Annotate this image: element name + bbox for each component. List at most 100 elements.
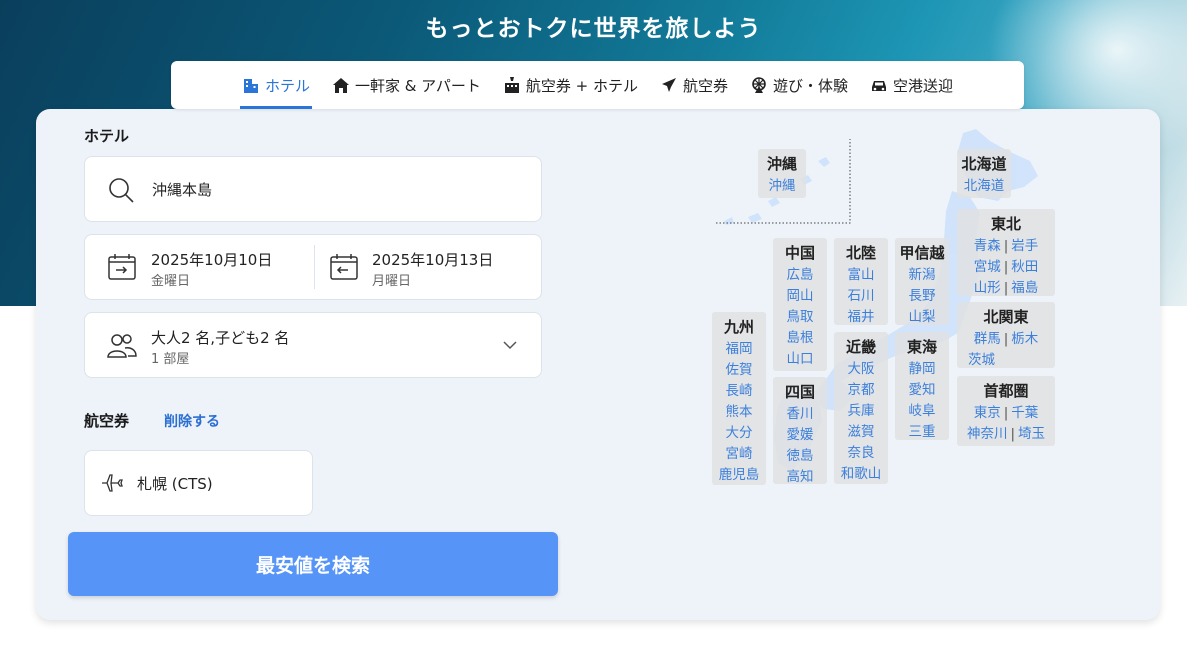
car-icon [872,81,887,91]
pref-link[interactable]: 宮城 [974,259,1001,275]
pref-link[interactable]: 大分 [712,423,766,444]
pref-link[interactable]: 秋田 [1011,259,1038,275]
pref-link[interactable]: 宮崎 [712,444,766,465]
region-okinawa: 沖縄 沖縄 [758,149,806,198]
tab-flight[interactable]: 航空券 [658,61,730,109]
pref-link[interactable]: 山口 [773,349,827,370]
region-shutoken-name: 首都圏 [983,382,1029,400]
pref-link[interactable]: 愛知 [895,380,949,401]
region-kyushu: 九州 福岡 佐賀 長崎 熊本 大分 宮崎 鹿児島 [712,312,766,485]
tab-vacation-rental[interactable]: 一軒家 & アパート [330,61,483,109]
pref-link[interactable]: 滋賀 [834,422,888,443]
pref-link[interactable]: 佐賀 [712,360,766,381]
separator: | [1003,331,1009,347]
tab-activities[interactable]: 遊び・体験 [748,61,850,109]
remove-flight-link[interactable]: 削除する [164,411,220,431]
destination-field[interactable]: 沖縄本島 [84,156,542,222]
pref-link[interactable]: 東京 [974,405,1001,421]
hotel-icon [243,79,258,93]
separator: | [1003,405,1009,421]
pref-link[interactable]: 青森 [974,238,1001,254]
hotel-section-label: ホテル [84,127,130,145]
pref-link[interactable]: 熊本 [712,402,766,423]
region-chugoku-name: 中国 [784,244,815,262]
people-icon [107,334,137,358]
separator: | [1003,280,1009,296]
pref-link[interactable]: 長野 [895,286,949,307]
tab-hotel[interactable]: ホテル [239,61,312,109]
pref-link[interactable]: 大阪 [834,359,888,380]
region-tokai: 東海 静岡 愛知 岐阜 三重 [895,332,949,440]
search-panel: ホテル 沖縄本島 2025年10月10日 金曜日 2025年10月13日 月曜日… [36,109,1160,620]
pref-link[interactable]: 京都 [834,380,888,401]
pref-link[interactable]: 山梨 [895,307,949,328]
pref-link[interactable]: 島根 [773,328,827,349]
checkout-date: 2025年10月13日 [372,251,494,269]
tab-vacation-rental-label: 一軒家 & アパート [354,76,481,95]
pref-link[interactable]: 岡山 [773,286,827,307]
region-okinawa-name: 沖縄 [766,155,797,173]
pref-link[interactable]: 香川 [773,404,827,425]
separator: | [1003,259,1009,275]
pref-link[interactable]: 奈良 [834,443,888,464]
pref-link[interactable]: 岩手 [1011,238,1038,254]
region-shikoku-name: 四国 [784,383,815,401]
pref-link[interactable]: 福井 [834,307,888,328]
guests-rooms-field[interactable]: 大人2 名,子ども2 名 1 部屋 [84,312,542,378]
region-kitakanto: 北関東 群馬 | 栃木 茨城 [957,302,1055,368]
pref-link[interactable]: 北海道 [957,176,1011,197]
pref-link[interactable]: 兵庫 [834,401,888,422]
pref-link[interactable]: 沖縄 [758,176,806,197]
pref-link[interactable]: 高知 [773,467,827,488]
flight-origin-field[interactable]: 札幌 (CTS) [84,450,313,516]
pref-link[interactable]: 福島 [1011,280,1038,296]
pref-link[interactable]: 長崎 [712,381,766,402]
region-kinki-name: 近畿 [845,338,876,356]
pref-link[interactable]: 三重 [895,422,949,443]
flight-section-label: 航空券 [84,412,130,430]
pref-link[interactable]: 和歌山 [834,464,888,485]
pref-link[interactable]: 茨城 [968,352,995,368]
pref-link[interactable]: 広島 [773,265,827,286]
checkin-date-field[interactable]: 2025年10月10日 金曜日 [85,235,314,299]
pref-link[interactable]: 埼玉 [1018,426,1045,442]
search-icon [109,178,134,203]
pref-link[interactable]: 神奈川 [967,426,1008,442]
pref-link[interactable]: 新潟 [895,265,949,286]
tab-flight-hotel[interactable]: 航空券 + ホテル [501,61,640,109]
pref-link[interactable]: 石川 [834,286,888,307]
house-icon [332,78,349,93]
pref-link[interactable]: 福岡 [712,339,766,360]
region-kitakanto-name: 北関東 [983,308,1029,326]
pref-link[interactable]: 鳥取 [773,307,827,328]
pref-link[interactable]: 鹿児島 [712,465,766,486]
pref-link[interactable]: 山形 [974,280,1001,296]
region-hokkaido: 北海道 北海道 [957,149,1011,198]
date-range-field: 2025年10月10日 金曜日 2025年10月13日 月曜日 [84,234,542,300]
checkin-weekday: 金曜日 [151,274,191,289]
checkout-date-field[interactable]: 2025年10月13日 月曜日 [315,235,542,299]
search-lowest-price-button[interactable]: 最安値を検索 [68,532,558,596]
tab-activities-label: 遊び・体験 [773,76,849,95]
pref-link[interactable]: 愛媛 [773,425,827,446]
tab-flight-label: 航空券 [683,76,729,95]
tab-airport-transfer[interactable]: 空港送迎 [868,61,955,109]
pref-link[interactable]: 富山 [834,265,888,286]
product-tab-bar: ホテル 一軒家 & アパート 航空券 + ホテル 航空券 遊び・体験 空港送迎 [171,61,1024,109]
pref-link[interactable]: 千葉 [1011,405,1038,421]
pref-link[interactable]: 静岡 [895,359,949,380]
checkin-calendar-icon [108,254,136,280]
pref-link[interactable]: 岐阜 [895,401,949,422]
checkout-calendar-icon [330,254,358,280]
region-tohoku: 東北 青森 | 岩手 宮城 | 秋田 山形 | 福島 [957,209,1055,296]
region-tohoku-name: 東北 [990,215,1021,233]
region-chugoku: 中国 広島 岡山 鳥取 島根 山口 [773,238,827,371]
tab-flight-hotel-label: 航空券 + ホテル [525,76,638,95]
pref-link[interactable]: 群馬 [974,331,1001,347]
pref-link[interactable]: 徳島 [773,446,827,467]
japan-region-map: 沖縄 沖縄 北海道 北海道 東北 青森 | 岩手 宮城 | 秋田 山形 | 福島 北関東 群… [708,121,1068,491]
pref-link[interactable]: 栃木 [1011,331,1038,347]
rooms-count: 1 部屋 [151,352,190,367]
chevron-down-icon [503,341,517,350]
ferris-wheel-icon [752,77,766,93]
